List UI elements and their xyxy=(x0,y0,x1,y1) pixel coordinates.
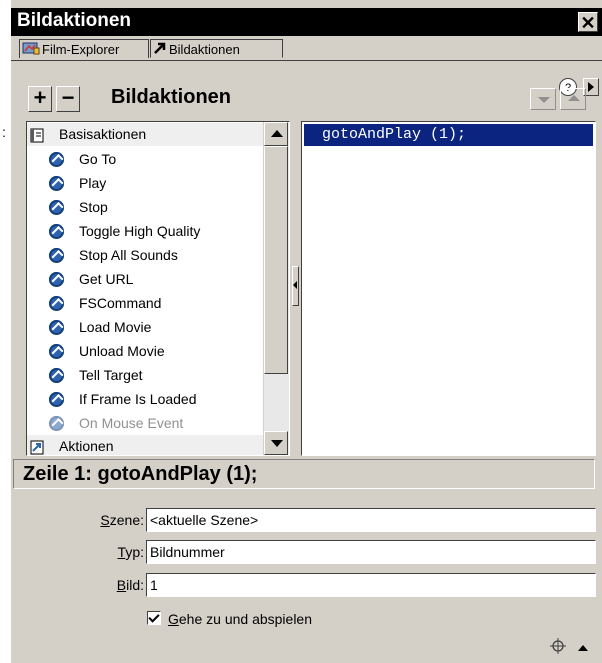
action-item-play[interactable]: Play xyxy=(27,171,265,195)
line-status: Zeile 1: gotoAndPlay (1); xyxy=(13,459,595,489)
action-label: Toggle High Quality xyxy=(79,223,201,239)
action-arrow-icon xyxy=(49,416,64,431)
panel-tabs: Film-Explorer Bildaktionen ? xyxy=(11,38,602,96)
action-item-toggle-high-quality[interactable]: Toggle High Quality xyxy=(27,219,265,243)
scroll-up-arrow-icon[interactable] xyxy=(264,122,288,146)
book-icon xyxy=(30,439,45,455)
toolbar-title: Bildaktionen xyxy=(111,86,232,108)
tab-film-explorer-label: Film-Explorer xyxy=(42,42,120,57)
close-icon: ✕ xyxy=(580,13,596,33)
add-action-button[interactable]: + xyxy=(28,86,52,112)
action-label: On Mouse Event xyxy=(79,415,184,431)
pane-splitter[interactable] xyxy=(292,266,299,306)
action-item-tell-target[interactable]: Tell Target xyxy=(27,363,265,387)
action-label: Play xyxy=(79,175,107,191)
action-label: Go To xyxy=(79,151,117,167)
move-down-button[interactable] xyxy=(530,88,556,110)
scroll-thumb[interactable] xyxy=(264,146,288,374)
action-item-get-url[interactable]: Get URL xyxy=(27,267,265,291)
type-field[interactable]: Bildnummer xyxy=(146,540,596,564)
frame-label-text: ild: xyxy=(126,577,144,593)
arrow-icon xyxy=(153,41,167,60)
type-label: Typ: xyxy=(14,540,144,564)
action-arrow-icon xyxy=(49,152,64,167)
action-item-unload-movie[interactable]: Unload Movie xyxy=(27,339,265,363)
action-label: Tell Target xyxy=(79,367,143,383)
close-button[interactable]: ✕ xyxy=(578,12,598,33)
frame-label: Bild: xyxy=(14,573,144,597)
action-arrow-icon xyxy=(49,224,64,239)
category-aktionen[interactable]: Aktionen xyxy=(27,435,265,455)
action-item-on-mouse-event[interactable]: On Mouse Event xyxy=(27,411,265,435)
actions-toolbox: Basisaktionen Go To Play Stop Toggle Hig… xyxy=(26,121,290,456)
tab-film-explorer[interactable]: Film-Explorer xyxy=(19,39,149,58)
window-titlebar[interactable]: Bildaktionen ✕ xyxy=(11,8,602,36)
checkbox-label-text: ehe zu und abspielen xyxy=(178,611,312,627)
action-item-fscommand[interactable]: FSCommand xyxy=(27,291,265,315)
category-basisaktionen[interactable]: Basisaktionen xyxy=(27,123,265,146)
action-label: Stop All Sounds xyxy=(79,247,178,263)
action-label: Stop xyxy=(79,199,108,215)
action-item-go-to[interactable]: Go To xyxy=(27,147,265,171)
action-label: FSCommand xyxy=(79,295,162,311)
scene-label-text: zene: xyxy=(109,512,144,528)
action-arrow-icon xyxy=(49,392,64,407)
action-item-stop[interactable]: Stop xyxy=(27,195,265,219)
tab-divider xyxy=(11,60,602,61)
scene-label-accesskey: S xyxy=(100,512,110,528)
category-label: Aktionen xyxy=(59,438,114,454)
action-arrow-icon xyxy=(49,200,64,215)
action-arrow-icon xyxy=(49,176,64,191)
toolbox-scrollbar[interactable] xyxy=(263,122,289,455)
action-label: Load Movie xyxy=(79,319,152,335)
scene-field[interactable]: <aktuelle Szene> xyxy=(146,508,596,532)
remove-action-button[interactable]: − xyxy=(56,86,80,112)
category-label: Basisaktionen xyxy=(59,126,147,142)
script-pane[interactable]: gotoAndPlay (1); xyxy=(301,121,596,456)
film-explorer-icon xyxy=(22,41,40,60)
target-crosshair-icon[interactable] xyxy=(550,638,566,654)
tab-bildaktionen[interactable]: Bildaktionen xyxy=(150,39,283,58)
move-up-button[interactable] xyxy=(560,88,586,110)
frame-field[interactable]: 1 xyxy=(146,573,596,597)
checkbox-accesskey: G xyxy=(168,611,179,627)
tab-bildaktionen-label: Bildaktionen xyxy=(169,42,240,57)
action-label: Get URL xyxy=(79,271,134,287)
action-arrow-icon xyxy=(49,320,64,335)
goto-and-play-label[interactable]: Gehe zu und abspielen xyxy=(168,609,312,629)
action-item-load-movie[interactable]: Load Movie xyxy=(27,315,265,339)
action-arrow-icon xyxy=(49,344,64,359)
action-arrow-icon xyxy=(49,248,64,263)
action-item-stop-all-sounds[interactable]: Stop All Sounds xyxy=(27,243,265,267)
goto-and-play-checkbox[interactable] xyxy=(147,611,161,625)
window-title: Bildaktionen xyxy=(17,10,132,31)
action-arrow-icon xyxy=(49,296,64,311)
action-arrow-icon xyxy=(49,272,64,287)
actions-toolbar: + − Bildaktionen xyxy=(11,84,602,114)
action-arrow-icon xyxy=(49,368,64,383)
collapse-params-triangle-icon[interactable] xyxy=(578,645,588,651)
scroll-down-arrow-icon[interactable] xyxy=(264,431,288,455)
script-line[interactable]: gotoAndPlay (1); xyxy=(304,124,593,146)
action-label: Unload Movie xyxy=(79,343,165,359)
scene-label: Szene: xyxy=(14,508,144,532)
frame-label-accesskey: B xyxy=(116,577,127,593)
edge-marker: : xyxy=(2,124,6,140)
type-label-text: yp: xyxy=(125,544,144,560)
action-label: If Frame Is Loaded xyxy=(79,391,197,407)
action-item-if-frame-is-loaded[interactable]: If Frame Is Loaded xyxy=(27,387,265,411)
